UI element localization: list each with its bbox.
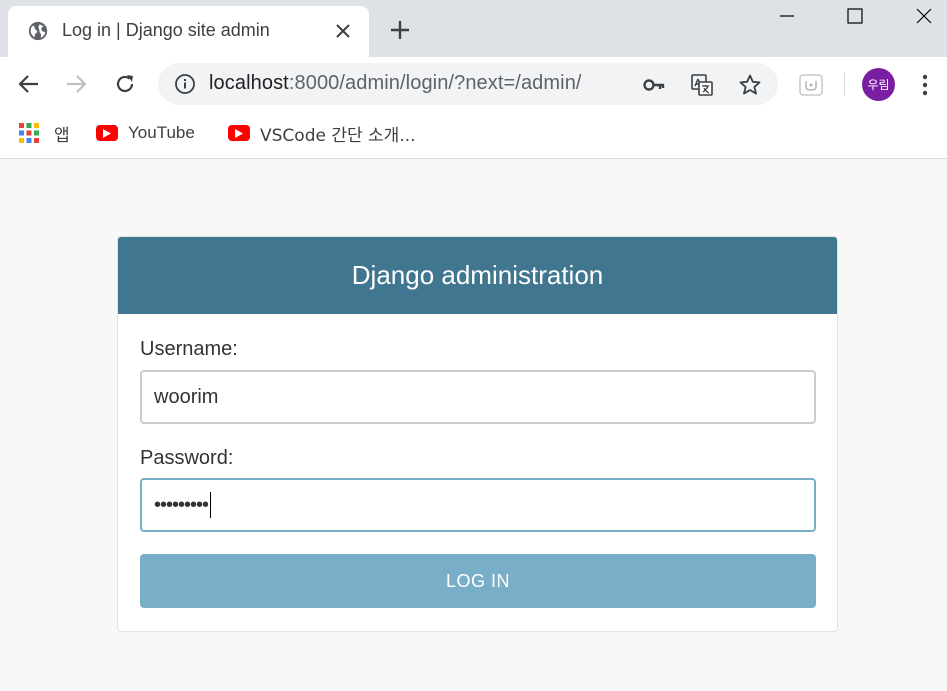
login-header: Django administration: [118, 237, 837, 314]
bookmark-label: 앱: [54, 125, 70, 146]
reload-icon[interactable]: [110, 69, 140, 99]
apps-grid-icon: [19, 123, 39, 143]
bookmark-label: VSCode 간단 소개...: [260, 125, 416, 146]
tab-strip: Log in | Django site admin: [0, 0, 947, 57]
translate-icon[interactable]: [690, 73, 714, 97]
text-caret: [210, 492, 212, 518]
globe-icon: [28, 21, 48, 41]
key-icon[interactable]: [642, 73, 666, 97]
password-input[interactable]: •••••••••: [140, 478, 816, 532]
youtube-icon: [96, 125, 118, 141]
bookmark-label: YouTube: [128, 123, 195, 142]
star-icon[interactable]: [738, 73, 762, 97]
url-path: :8000/admin/login/?next=/admin/: [288, 72, 582, 94]
maximize-icon[interactable]: [832, 0, 878, 32]
new-tab-plus-icon[interactable]: [386, 16, 414, 44]
username-input[interactable]: woorim: [140, 370, 816, 424]
login-panel: Django administration Username: woorim P…: [117, 236, 838, 632]
bookmarks-bar: 앱 YouTube VSCode 간단 소개...: [0, 109, 947, 159]
bookmark-vscode[interactable]: VSCode 간단 소개...: [228, 120, 416, 146]
window-close-icon[interactable]: [901, 0, 947, 32]
url-host: localhost: [209, 72, 289, 94]
tab-close-icon[interactable]: [331, 19, 355, 43]
url-text: localhost:8000/admin/login/?next=/admin/: [209, 72, 582, 95]
site-title: Django administration: [351, 260, 604, 290]
login-button[interactable]: LOG IN: [140, 554, 816, 608]
username-value: woorim: [154, 385, 219, 408]
extension-icon[interactable]: [798, 72, 824, 98]
kebab-menu-icon[interactable]: [915, 70, 935, 100]
tab-title: Log in | Django site admin: [62, 20, 270, 40]
minimize-icon[interactable]: [764, 0, 810, 32]
forward-arrow-icon[interactable]: [61, 69, 91, 99]
password-label: Password:: [140, 447, 234, 469]
profile-avatar[interactable]: 우림: [862, 68, 895, 101]
toolbar-divider: [844, 72, 845, 96]
youtube-icon: [228, 125, 250, 141]
bookmark-apps[interactable]: 앱: [18, 120, 70, 146]
username-label: Username:: [140, 338, 238, 360]
back-arrow-icon[interactable]: [14, 69, 44, 99]
info-icon[interactable]: [174, 73, 196, 95]
address-bar[interactable]: localhost:8000/admin/login/?next=/admin/: [158, 63, 778, 105]
password-value: •••••••••: [154, 493, 209, 516]
bookmark-youtube[interactable]: YouTube: [96, 120, 195, 146]
tab-active[interactable]: Log in | Django site admin: [8, 6, 369, 57]
